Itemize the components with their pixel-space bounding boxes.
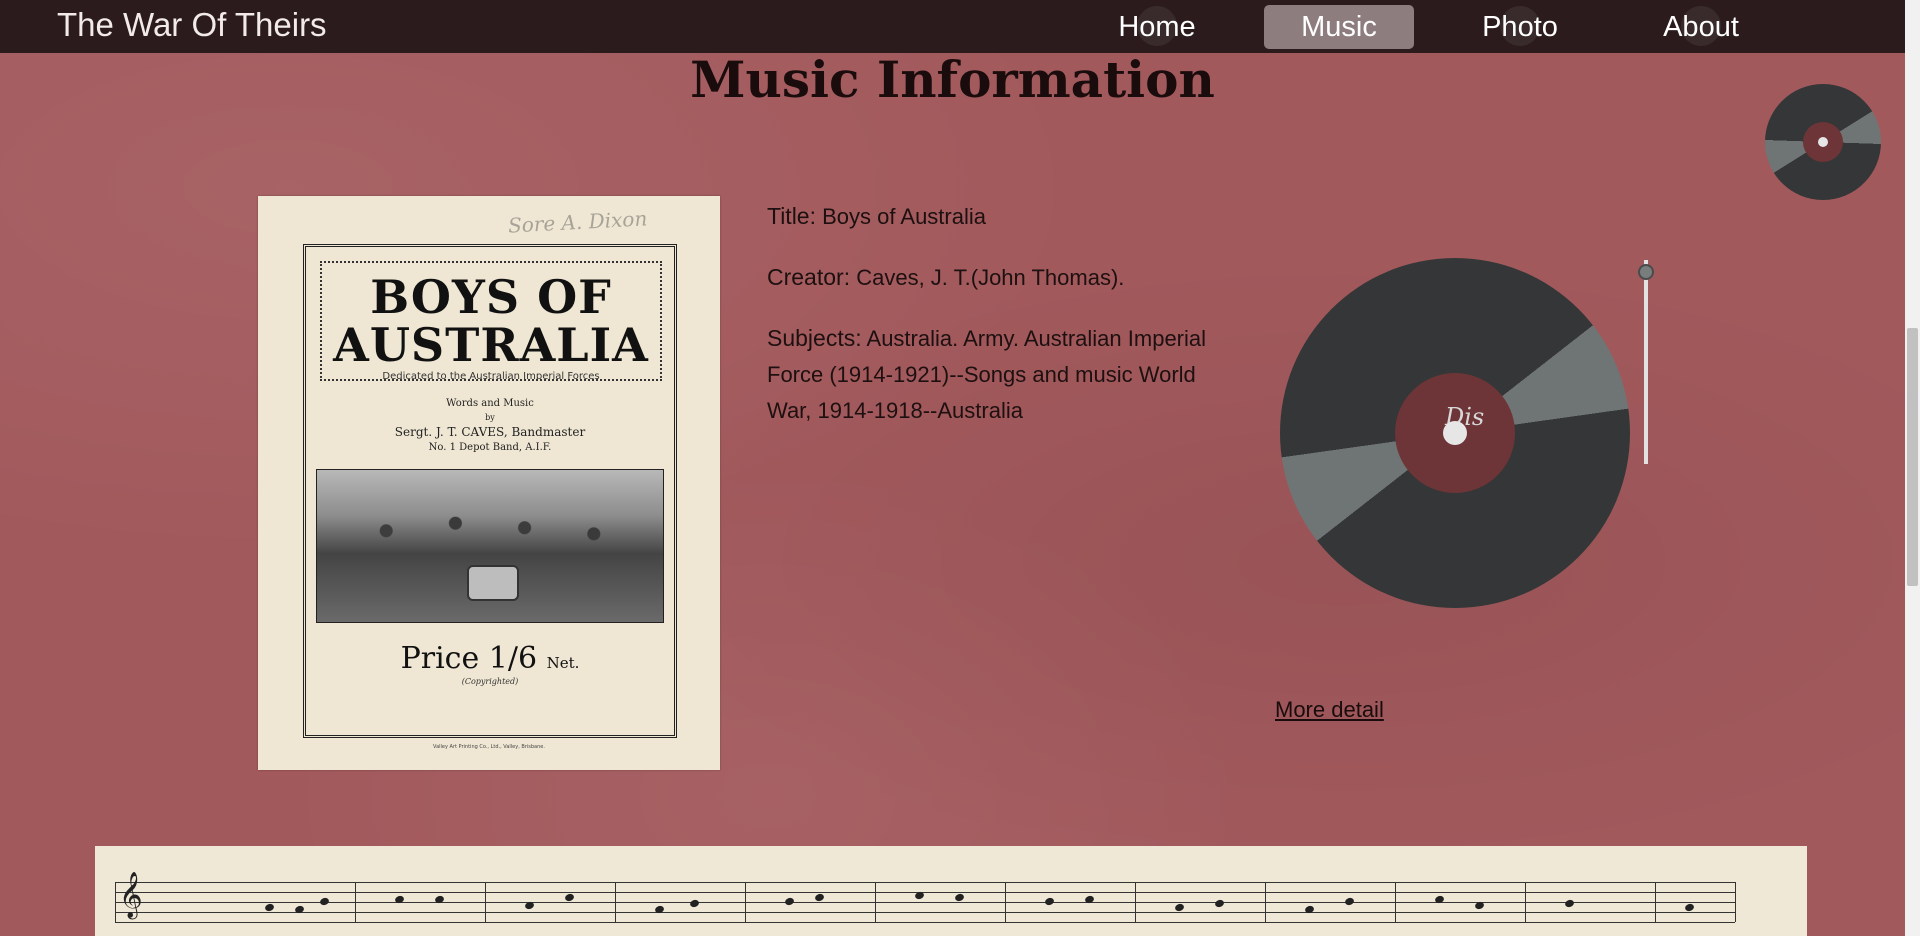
- cover-price-main: Price 1/6: [400, 641, 538, 676]
- sheet-music-strip-image: 𝄞: [95, 846, 1807, 936]
- sheet-music-cover-image: Sore A. Dixon BOYS OF AUSTRALIA Dedicate…: [258, 196, 720, 770]
- music-staff: 𝄞: [115, 872, 1736, 923]
- nav-home[interactable]: Home: [1106, 5, 1208, 49]
- site-brand[interactable]: The War Of Theirs: [57, 6, 327, 44]
- cover-price: Price 1/6 Net.: [306, 641, 674, 676]
- info-creator-value: Caves, J. T.(John Thomas).: [856, 265, 1125, 290]
- tonearm-knob[interactable]: [1638, 264, 1654, 280]
- more-detail-link[interactable]: More detail: [1275, 697, 1384, 723]
- cover-credits-line1: Words and Music: [446, 398, 534, 409]
- cover-copyright: (Copyrighted): [461, 677, 519, 686]
- cover-frame: BOYS OF AUSTRALIA Dedicated to the Austr…: [303, 244, 677, 738]
- info-creator-label: Creator:: [767, 264, 851, 290]
- info-creator: Creator: Caves, J. T.(John Thomas).: [767, 259, 1207, 296]
- mini-record-label: [1803, 122, 1843, 162]
- mini-record-spindle: [1818, 137, 1828, 147]
- treble-clef-icon: 𝄞: [119, 872, 143, 918]
- info-title: Title: Boys of Australia: [767, 198, 1207, 235]
- info-title-label: Title:: [767, 203, 816, 229]
- nav-about[interactable]: About: [1642, 5, 1760, 49]
- vinyl-record-icon[interactable]: Dis: [1280, 258, 1630, 608]
- top-navbar: The War Of Theirs Home Music Photo About: [0, 0, 1905, 53]
- tonearm-slider-icon[interactable]: [1644, 260, 1648, 464]
- info-subjects: Subjects: Australia. Army. Australian Im…: [767, 320, 1207, 429]
- nav-photo[interactable]: Photo: [1464, 5, 1576, 49]
- music-info: Title: Boys of Australia Creator: Caves,…: [767, 198, 1207, 453]
- cover-credits: Words and Music by Sergt. J. T. CAVES, B…: [306, 397, 674, 455]
- cover-title-line1: BOYS OF: [370, 270, 612, 324]
- cover-price-suffix: Net.: [546, 654, 580, 672]
- info-title-value: Boys of Australia: [822, 204, 986, 229]
- info-subjects-label: Subjects:: [767, 325, 862, 351]
- nav-music[interactable]: Music: [1264, 5, 1414, 49]
- drum-shape: [467, 565, 519, 601]
- band-photo: [316, 469, 664, 623]
- cover-credits-line2: by: [485, 413, 495, 422]
- cover-title-line2: AUSTRALIA: [333, 318, 649, 372]
- cover-dedication: Dedicated to the Australian Imperial For…: [382, 371, 600, 382]
- page-title: Music Information: [690, 50, 1215, 109]
- cover-credits-line3: Sergt. J. T. CAVES, Bandmaster: [394, 425, 586, 439]
- cover-printer: Valley Art Printing Co., Ltd., Valley, B…: [433, 744, 545, 750]
- cover-title-box: BOYS OF AUSTRALIA Dedicated to the Austr…: [320, 261, 662, 382]
- cover-credits-line4: No. 1 Depot Band, A.I.F.: [428, 442, 552, 453]
- scrollbar-thumb[interactable]: [1907, 328, 1918, 586]
- mini-vinyl-record-icon[interactable]: [1765, 84, 1881, 200]
- cover-title: BOYS OF AUSTRALIA: [322, 273, 660, 369]
- record-label: Dis: [1395, 373, 1515, 493]
- cover-signature: Sore A. Dixon: [507, 206, 648, 238]
- record-spindle: [1443, 421, 1467, 445]
